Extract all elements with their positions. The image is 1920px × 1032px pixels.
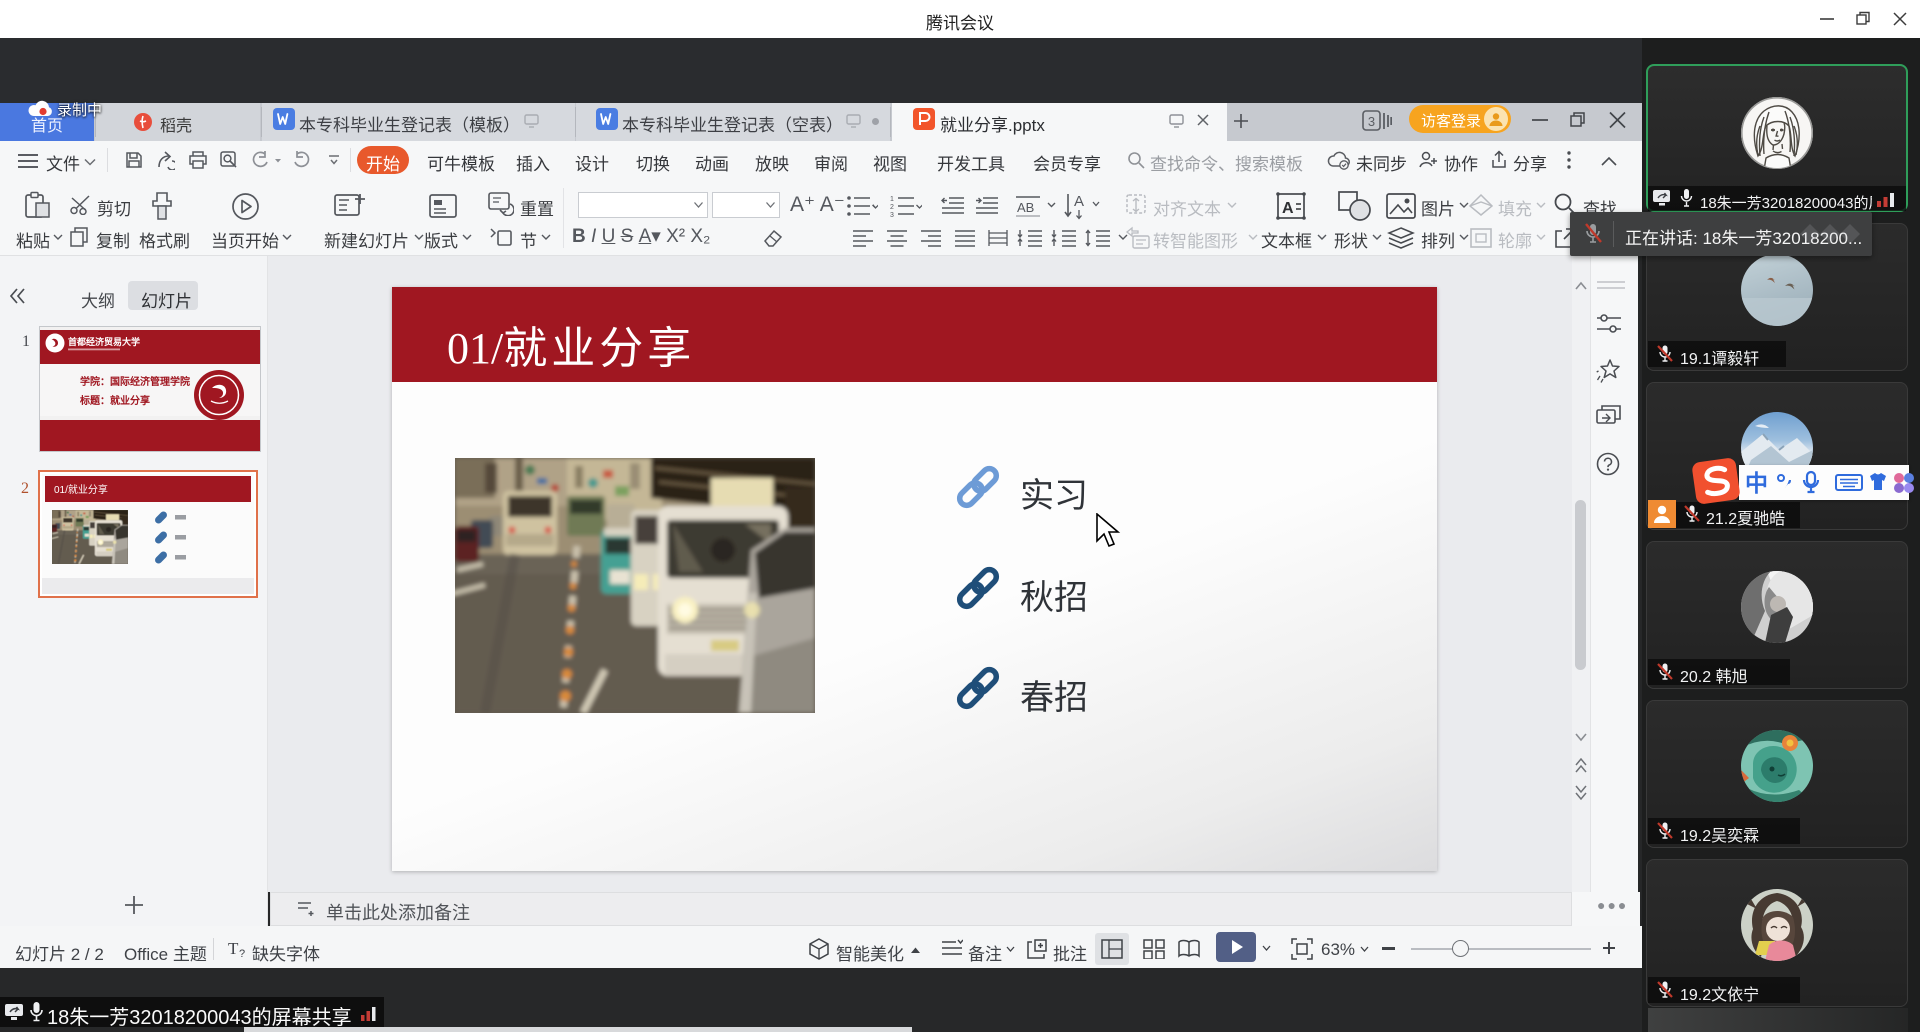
svg-text:中: 中 <box>1745 470 1768 496</box>
svg-text:3: 3 <box>1368 114 1375 129</box>
svg-text:T: T <box>228 939 239 958</box>
svg-text:01/就业分享: 01/就业分享 <box>54 483 108 496</box>
svg-text:2: 2 <box>890 204 894 211</box>
svg-text:A: A <box>1074 193 1084 210</box>
svg-text:3: 3 <box>890 212 894 218</box>
svg-text:A: A <box>1282 200 1294 217</box>
svg-text:?: ? <box>239 948 245 960</box>
svg-text:1: 1 <box>890 196 894 203</box>
svg-text:AB: AB <box>1017 200 1034 215</box>
svg-text:标题：就业分享: 标题：就业分享 <box>79 394 150 407</box>
svg-text:首都经济贸易大学: 首都经济贸易大学 <box>68 336 140 347</box>
svg-text:学院：国际经济管理学院: 学院：国际经济管理学院 <box>80 375 190 388</box>
